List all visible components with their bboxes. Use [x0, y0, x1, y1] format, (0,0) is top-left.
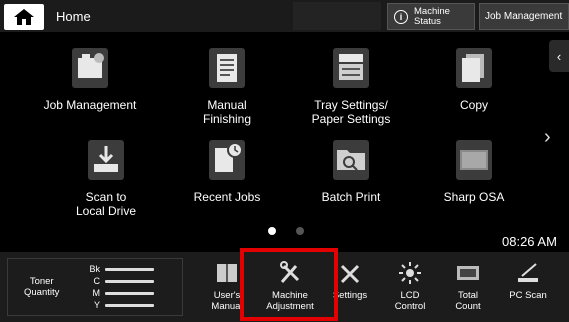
counter-icon	[457, 266, 479, 280]
tile-label: Job Management	[43, 98, 137, 112]
tile-sharp-osa[interactable]: Sharp OSA	[409, 136, 539, 226]
scan-to-drive-icon	[88, 140, 124, 180]
job-management-icon	[72, 48, 108, 88]
scanner-icon	[518, 263, 538, 282]
tile-job-management[interactable]: Job Management	[25, 44, 155, 134]
toner-key: M	[92, 288, 101, 298]
total-count-button[interactable]: Total Count	[444, 258, 492, 316]
home-icon	[14, 9, 34, 25]
side-panel-tab[interactable]: ‹	[549, 40, 569, 72]
header-spacer	[293, 2, 381, 30]
toner-quantity-label: Toner Quantity	[24, 276, 60, 298]
page-dot-active[interactable]	[268, 227, 276, 235]
screen-title: Home	[56, 9, 91, 24]
chevron-left-icon: ‹	[556, 48, 562, 64]
tile-tray-settings[interactable]: Tray Settings/Paper Settings	[286, 44, 416, 134]
tile-label: Scan to	[85, 190, 127, 204]
toner-level-bar	[105, 280, 155, 283]
copy-icon	[456, 48, 492, 88]
job-management-button[interactable]: Job Management	[479, 3, 569, 30]
toner-key: C	[93, 276, 101, 286]
next-page-arrow[interactable]: ›	[544, 126, 551, 149]
pc-scan-button[interactable]: PC Scan	[502, 258, 554, 316]
brightness-icon	[399, 262, 421, 284]
lcd-control-button[interactable]: LCD Control	[386, 258, 434, 316]
tile-label: Recent Jobs	[193, 190, 261, 204]
info-icon: i	[394, 9, 408, 24]
toner-level-bar	[105, 304, 155, 307]
toner-key: Y	[93, 300, 100, 310]
tools-icon	[340, 264, 360, 284]
toner-level-bar	[105, 268, 155, 271]
book-icon	[217, 264, 237, 282]
batch-print-icon	[333, 140, 369, 180]
sharp-osa-icon	[456, 140, 492, 180]
machine-status-button[interactable]: i Machine Status	[387, 3, 475, 30]
chevron-right-icon: ›	[544, 126, 551, 148]
highlight-box	[240, 248, 338, 321]
tile-scan-to-local-drive[interactable]: Scan to Local Drive	[41, 136, 171, 226]
tile-label: Sharp OSA	[443, 190, 505, 204]
tray-settings-icon	[333, 48, 369, 88]
tile-batch-print[interactable]: Batch Print	[286, 136, 416, 226]
page-dot[interactable]	[296, 227, 304, 235]
home-button[interactable]	[4, 4, 44, 30]
tile-copy[interactable]: Copy	[409, 44, 539, 134]
tile-label: Manual	[207, 98, 247, 112]
machine-status-label-2: Status	[414, 15, 441, 27]
tile-recent-jobs[interactable]: Recent Jobs	[162, 136, 292, 226]
recent-jobs-icon	[209, 140, 245, 180]
toner-key: Bk	[89, 264, 100, 274]
clock: 08:26 AM	[502, 234, 557, 249]
tile-manual-finishing[interactable]: Manual Finishing	[162, 44, 292, 134]
tile-label: Tray Settings/	[314, 98, 388, 112]
tile-label: Batch Print	[321, 190, 381, 204]
tile-label: Copy	[459, 98, 488, 112]
manual-finishing-icon	[209, 48, 245, 88]
toner-level-bar	[105, 292, 155, 295]
